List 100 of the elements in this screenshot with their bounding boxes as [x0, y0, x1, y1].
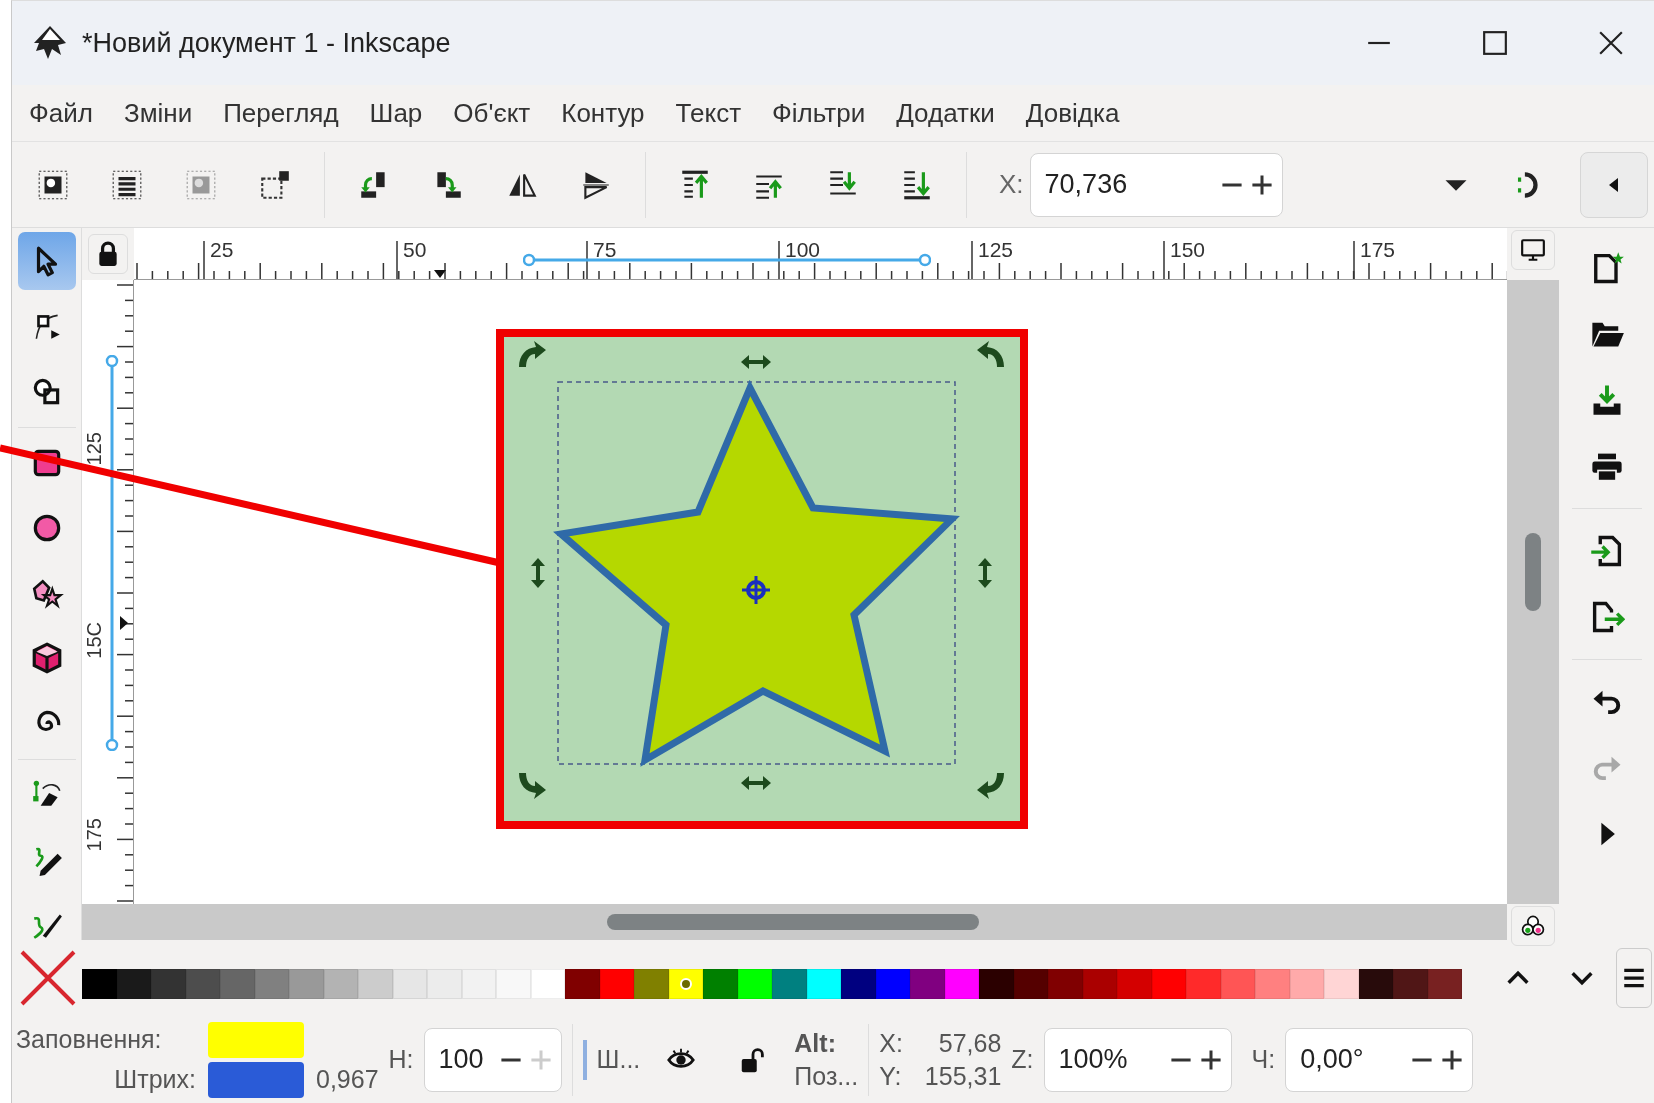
color-swatch[interactable]	[116, 969, 151, 999]
color-swatch[interactable]	[1289, 969, 1324, 999]
lock-guides-button[interactable]	[88, 234, 128, 274]
color-swatch[interactable]	[737, 969, 772, 999]
horizontal-scrollbar[interactable]	[82, 904, 1507, 940]
x-field[interactable]: 70,736	[1029, 152, 1283, 217]
rotate-handle[interactable]	[977, 773, 1004, 799]
color-swatch[interactable]	[185, 969, 220, 999]
menu-item[interactable]: Довідка	[1025, 97, 1120, 129]
color-swatch[interactable]	[1082, 969, 1117, 999]
zoom-label: Z:	[1011, 1045, 1034, 1074]
ruler-label: 100	[785, 238, 821, 262]
modifier-key-label: Alt:	[794, 1028, 837, 1058]
menu-item[interactable]: Додатки	[896, 97, 995, 129]
menu-item[interactable]: Контур	[561, 97, 645, 129]
vertical-scrollbar[interactable]	[1507, 280, 1559, 904]
fill-label: Заповнення:	[16, 1025, 163, 1054]
plus-icon[interactable]	[1198, 1047, 1223, 1072]
color-swatch[interactable]	[979, 969, 1014, 999]
plus-icon[interactable]	[1440, 1047, 1465, 1072]
color-swatch[interactable]	[1427, 969, 1462, 999]
color-swatch[interactable]	[1324, 969, 1359, 999]
ruler-label: 125	[84, 432, 104, 466]
color-swatch[interactable]	[1048, 969, 1083, 999]
rotate-handle[interactable]	[519, 773, 546, 799]
ruler-label: 175	[1360, 238, 1396, 262]
color-swatch[interactable]	[944, 969, 979, 999]
fill-swatch[interactable]	[208, 1021, 304, 1058]
rotation-center-icon[interactable]	[740, 574, 772, 606]
scale-handle[interactable]	[741, 355, 771, 369]
color-management-button[interactable]	[1511, 906, 1555, 946]
color-swatch[interactable]	[1117, 969, 1152, 999]
color-swatch[interactable]	[565, 969, 600, 999]
menu-item[interactable]: Фільтри	[772, 97, 866, 129]
color-swatch[interactable]	[703, 969, 738, 999]
color-swatch[interactable]	[82, 969, 117, 999]
monitor-icon	[1520, 237, 1546, 263]
color-swatch[interactable]	[875, 969, 910, 999]
color-swatch[interactable]	[634, 969, 669, 999]
ruler-label: 15C	[84, 622, 104, 659]
cursor-y-value: 155,31	[924, 1061, 1002, 1091]
palette-menu-button[interactable]	[1616, 948, 1652, 1008]
color-swatch[interactable]	[496, 969, 531, 999]
layer-name[interactable]: Ш...	[596, 1045, 641, 1074]
maximize-icon[interactable]	[1482, 30, 1508, 56]
zoom-field[interactable]: 100%	[1043, 1027, 1232, 1092]
color-swatch[interactable]	[530, 969, 565, 999]
color-swatch[interactable]	[1358, 969, 1393, 999]
color-swatch[interactable]	[254, 969, 289, 999]
color-swatch[interactable]	[392, 969, 427, 999]
stroke-swatch[interactable]	[208, 1061, 304, 1098]
cursor-marker-icon	[434, 270, 446, 278]
menu-item[interactable]: Текст	[675, 97, 742, 129]
color-swatch[interactable]	[1220, 969, 1255, 999]
color-swatch[interactable]	[1255, 969, 1290, 999]
color-swatch[interactable]	[323, 969, 358, 999]
no-paint-icon[interactable]	[18, 948, 78, 1008]
color-swatch[interactable]	[841, 969, 876, 999]
color-swatch[interactable]	[1186, 969, 1221, 999]
color-swatch[interactable]	[910, 969, 945, 999]
menu-item[interactable]: Шар	[369, 97, 423, 129]
color-swatch[interactable]	[289, 969, 324, 999]
menu-item[interactable]: Файл	[29, 97, 93, 129]
stroke-width: 0,967	[316, 1065, 379, 1094]
menu-item[interactable]: Зміни	[123, 97, 193, 129]
rotate-handle[interactable]	[519, 341, 546, 367]
color-swatch[interactable]	[1151, 969, 1186, 999]
rotation-label: Ч:	[1251, 1045, 1276, 1074]
rotate-handle[interactable]	[977, 341, 1004, 367]
color-swatch[interactable]	[358, 969, 393, 999]
color-swatch[interactable]	[599, 969, 634, 999]
menu-item[interactable]: Об'єкт	[453, 97, 531, 129]
menu-item[interactable]: Перегляд	[223, 97, 339, 129]
close-icon[interactable]	[1598, 30, 1624, 56]
color-swatch[interactable]	[1013, 969, 1048, 999]
color-swatch[interactable]	[427, 969, 462, 999]
color-swatch[interactable]	[220, 969, 255, 999]
scale-handle[interactable]	[531, 558, 545, 588]
rotation-field[interactable]: 0,00°	[1285, 1027, 1474, 1092]
select-tool-button[interactable]	[17, 232, 76, 290]
ruler-label: 125	[978, 238, 1014, 262]
ruler-label: 150	[1170, 238, 1206, 262]
opacity-label: Н:	[388, 1045, 414, 1074]
scale-handle[interactable]	[741, 776, 771, 790]
x-label: X:	[999, 169, 1024, 200]
color-swatch[interactable]	[1393, 969, 1428, 999]
color-swatch[interactable]	[806, 969, 841, 999]
color-swatch[interactable]	[151, 969, 186, 999]
window-title: *Новий документ 1 - Inkscape	[82, 27, 451, 59]
canvas[interactable]	[134, 280, 1507, 904]
scale-handle[interactable]	[978, 558, 992, 588]
color-swatch[interactable]	[772, 969, 807, 999]
scroll-thumb[interactable]	[607, 914, 979, 930]
opacity-field[interactable]: 100	[423, 1027, 562, 1092]
color-swatch[interactable]	[668, 969, 703, 999]
plus-icon[interactable]	[1249, 172, 1274, 197]
color-swatch[interactable]	[461, 969, 496, 999]
display-mode-button[interactable]	[1511, 230, 1555, 270]
cursor-x-value: 57,68	[937, 1028, 1002, 1058]
scroll-thumb[interactable]	[1525, 533, 1541, 611]
